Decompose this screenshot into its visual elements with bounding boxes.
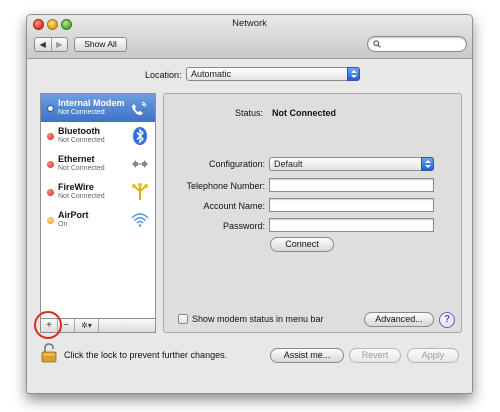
forward-button[interactable]: ▶: [50, 38, 68, 51]
apply-button[interactable]: Apply: [407, 348, 459, 363]
status-dot-icon: [47, 217, 54, 224]
lock-message: Click the lock to prevent further change…: [64, 350, 228, 360]
configuration-label: Configuration:: [208, 159, 265, 169]
status-dot-icon: [47, 161, 54, 168]
service-item-firewire[interactable]: FireWire Not Connected: [41, 178, 155, 206]
location-value: Automatic: [191, 69, 232, 79]
service-name: AirPort: [58, 210, 89, 220]
show-modem-status-checkbox[interactable]: [178, 314, 188, 324]
location-popup[interactable]: Automatic: [186, 67, 360, 81]
service-status: On: [58, 221, 68, 228]
wifi-icon: [131, 213, 149, 227]
service-name: Ethernet: [58, 154, 95, 164]
show-all-button[interactable]: Show All: [74, 37, 127, 52]
revert-button[interactable]: Revert: [349, 348, 401, 363]
service-status: Not Connected: [58, 193, 105, 200]
service-status: Not Connected: [58, 137, 105, 144]
gear-menu-button[interactable]: ✲▾: [75, 319, 99, 332]
assist-me-button[interactable]: Assist me...: [270, 348, 344, 363]
password-label: Password:: [222, 221, 265, 231]
location-label: Location:: [145, 70, 182, 80]
service-name: Bluetooth: [58, 126, 100, 136]
detail-panel: [163, 93, 462, 333]
service-status: Not Connected: [58, 165, 105, 172]
window-title: Network: [232, 18, 267, 29]
service-item-ethernet[interactable]: Ethernet Not Connected: [41, 150, 155, 178]
telephone-field[interactable]: [269, 178, 434, 192]
status-dot-icon: [47, 105, 54, 112]
search-field[interactable]: [367, 36, 467, 52]
account-name-label: Account Name:: [203, 201, 265, 211]
title-bar: Network ◀ ▶ Show All: [27, 15, 472, 59]
account-name-field[interactable]: [269, 198, 434, 212]
service-status: Not Connected: [58, 109, 105, 116]
service-item-bluetooth[interactable]: Bluetooth Not Connected: [41, 122, 155, 150]
popup-arrows-icon: [347, 67, 360, 81]
telephone-label: Telephone Number:: [186, 181, 265, 191]
show-modem-status-label: Show modem status in menu bar: [192, 314, 324, 324]
service-item-airport[interactable]: AirPort On: [41, 206, 155, 234]
ethernet-icon: [132, 160, 148, 168]
connect-button[interactable]: Connect: [270, 237, 334, 252]
service-item-internal-modem[interactable]: Internal Modem Not Connected: [41, 94, 155, 122]
configuration-value: Default: [274, 159, 303, 169]
status-label: Status:: [234, 108, 263, 118]
search-icon: [373, 40, 381, 48]
back-forward-control: ◀ ▶: [34, 37, 68, 52]
firewire-icon: [132, 183, 148, 200]
popup-arrows-icon: [421, 157, 434, 171]
phone-icon: [132, 101, 147, 115]
lock-icon[interactable]: [41, 343, 57, 363]
help-icon[interactable]: ?: [439, 312, 455, 328]
service-name: Internal Modem: [58, 98, 125, 108]
back-button[interactable]: ◀: [35, 38, 51, 51]
status-value: Not Connected: [272, 108, 336, 118]
service-list: Internal Modem Not Connected Bluetooth N…: [40, 93, 156, 319]
network-preferences-window: Network ◀ ▶ Show All Location: Automatic…: [26, 14, 473, 394]
password-field[interactable]: [269, 218, 434, 232]
configuration-popup[interactable]: Default: [269, 157, 434, 171]
status-dot-icon: [47, 133, 54, 140]
advanced-button[interactable]: Advanced...: [364, 312, 434, 327]
annotation-circle: [34, 311, 62, 339]
service-name: FireWire: [58, 182, 94, 192]
bluetooth-icon: [133, 127, 147, 145]
status-dot-icon: [47, 189, 54, 196]
